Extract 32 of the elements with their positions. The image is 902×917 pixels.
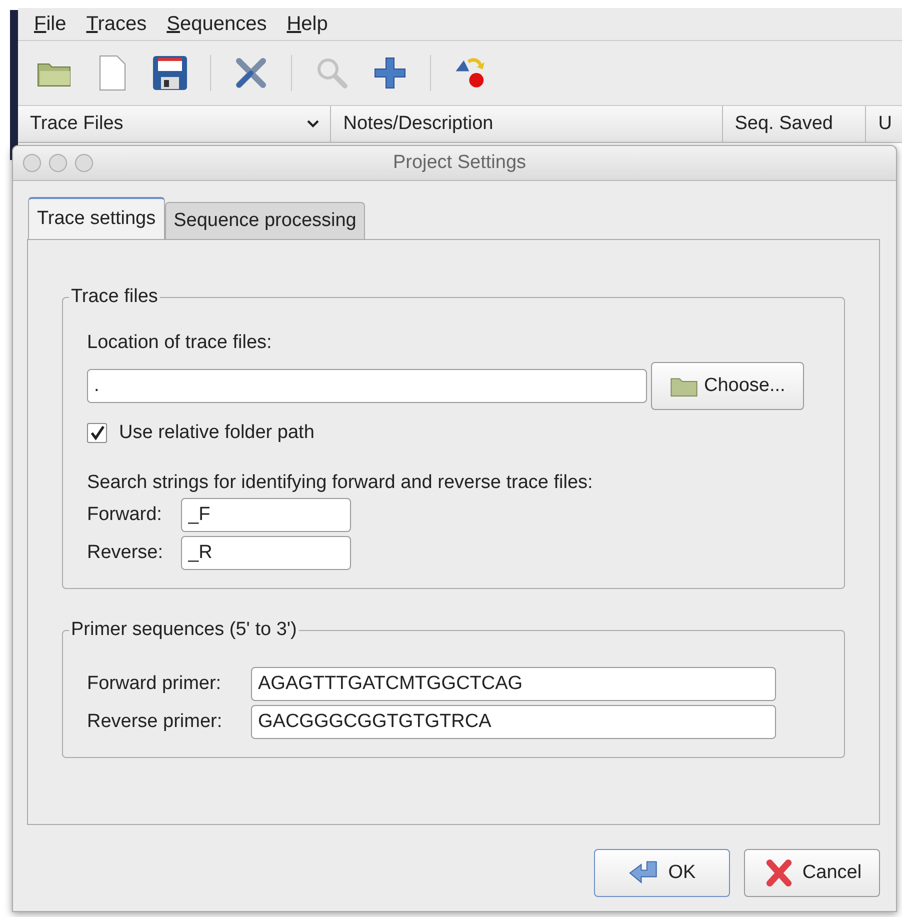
field-label: Forward: [87,504,163,526]
cancel-button[interactable]: Cancel [744,849,880,897]
input-field[interactable]: _F [181,498,351,532]
group-title: Trace files [70,286,159,308]
menu-item[interactable]: Sequences [166,12,267,36]
field-label: Forward primer: [87,673,222,695]
checkbox-label: Use relative folder path [119,422,314,444]
column-header[interactable]: Seq. Saved [722,106,866,142]
column-header[interactable]: Trace Files [18,106,332,142]
choose-button[interactable]: Choose... [651,362,804,410]
field-label: Location of trace files: [87,332,273,354]
menu-item[interactable]: Traces [86,12,147,36]
column-header[interactable]: Notes/Description [331,106,723,142]
field-label: Reverse primer: [87,711,224,733]
menu-item[interactable]: File [34,12,66,36]
window-title: Project Settings [392,152,528,174]
tab[interactable]: Sequence processing [164,202,366,239]
input-field[interactable]: _R [181,536,351,570]
menu-item[interactable]: Help [286,12,328,36]
field-label: Search strings for identifying forward and reverse trace files: [87,472,594,494]
tab[interactable]: Trace settings [28,197,165,239]
input-field[interactable]: AGAGTTTGATCMTGGCTCAG [251,667,776,701]
input-field[interactable]: GACGGGCGGTGTGTRCA [251,705,776,739]
group-title: Primer sequences (5' to 3') [70,619,298,641]
field-label: Reverse: [87,542,164,564]
ok-button[interactable]: OK [594,849,730,897]
plus-icon[interactable] [372,55,408,91]
column-header[interactable]: U [866,106,902,142]
folder-icon [670,375,698,397]
input-field[interactable]: . [87,369,647,403]
checkbox[interactable] [87,423,107,443]
tools-icon[interactable] [233,55,269,91]
